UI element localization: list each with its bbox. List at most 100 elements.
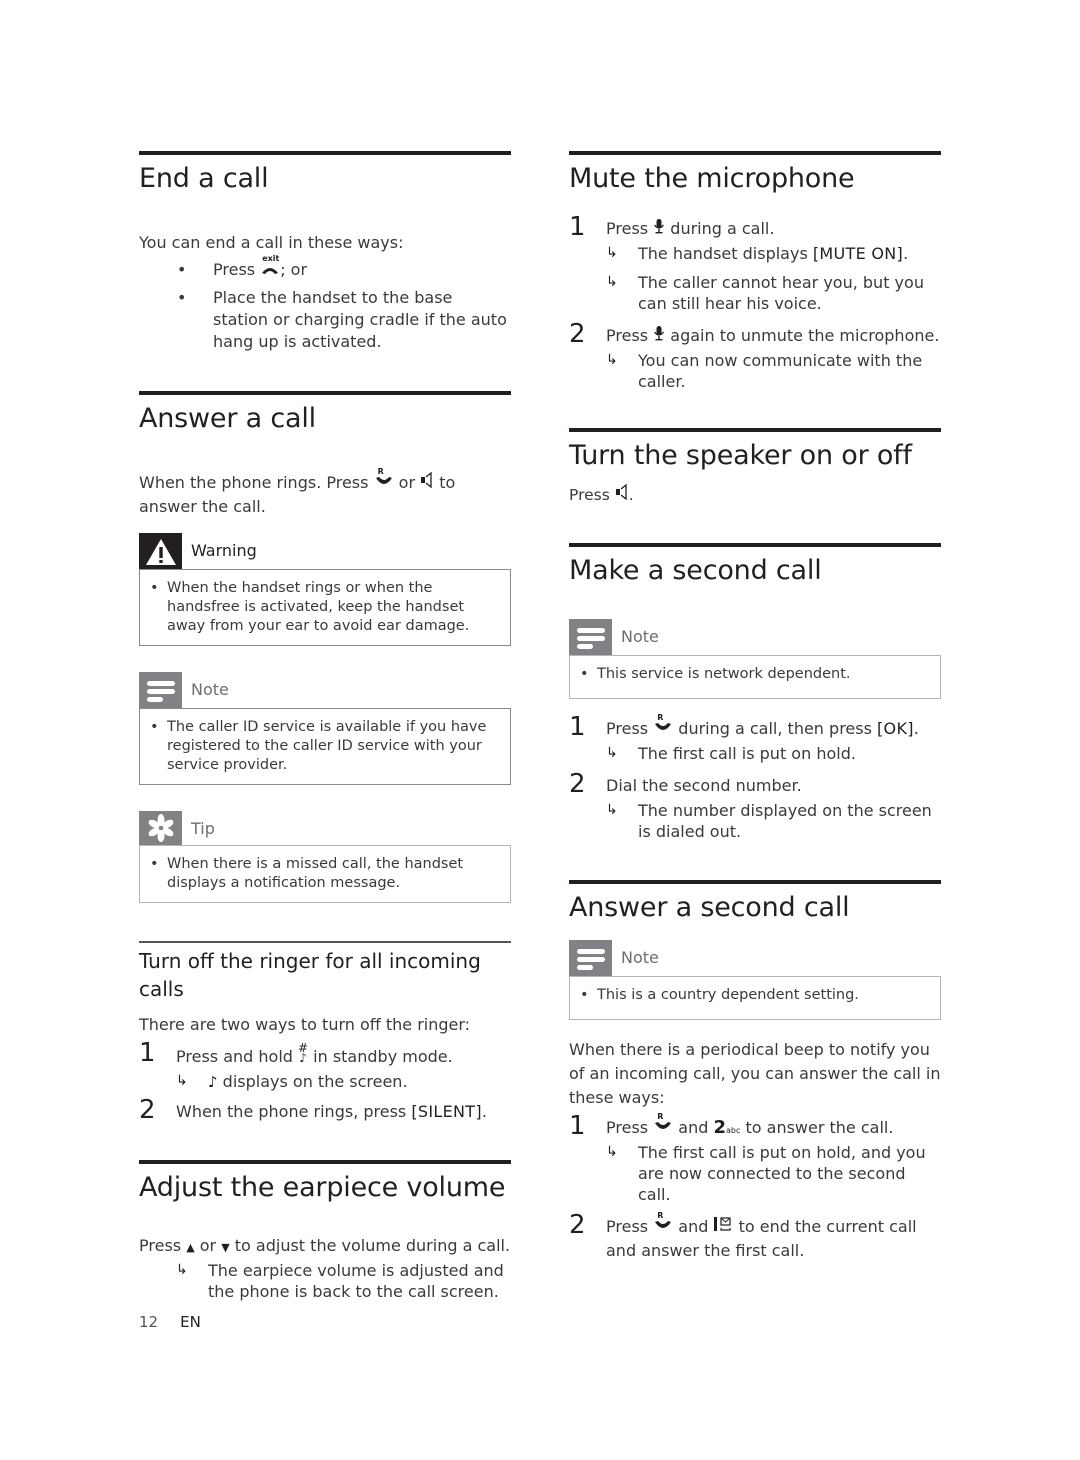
bullet-item: Place the handset to the base station or… — [139, 287, 511, 353]
hash-silent-key-icon: # ♪ — [298, 1041, 309, 1065]
tip-icon — [139, 811, 182, 845]
callout-box: When the handset rings or when the hands… — [139, 569, 511, 646]
volume-up-key-icon: ▲ — [186, 1241, 195, 1254]
callout-box: When there is a missed call, the handset… — [139, 845, 511, 903]
callout-box: The caller ID service is available if yo… — [139, 708, 511, 785]
callout-item: When the handset rings or when the hands… — [150, 579, 500, 636]
section-volume: Adjust the earpiece volume Press ▲ or ▼ … — [139, 1160, 511, 1302]
body-text: Press ▲ or ▼ to adjust the volume during… — [139, 1236, 511, 1255]
right-column: Mute the microphone 1 Press during a cal… — [569, 151, 941, 1271]
callout-label: Note — [621, 948, 659, 967]
step-result: ↳ The first call is put on hold, and you … — [606, 1143, 926, 1204]
step-result: ↳ You can now communicate with the caller… — [606, 351, 923, 391]
bullet-item: Press exit; or — [139, 255, 511, 282]
step-number: 2 — [139, 1095, 156, 1125]
note-icon — [569, 940, 612, 977]
tip-callout: Tip When there is a missed call, the han… — [139, 811, 511, 903]
step-list: 1 Press R and 2abc to answer the call. ↳… — [569, 1111, 941, 1263]
note-callout: Note This is a country dependent setting… — [569, 940, 941, 1020]
warning-icon — [139, 533, 182, 570]
display-label: [MUTE ON] — [812, 244, 904, 263]
section-title: Mute the microphone — [569, 163, 855, 194]
step-list: 1 Press during a call. ↳ The handset disp… — [569, 212, 941, 392]
intro-text: You can end a call in these ways: — [139, 233, 404, 252]
step-item: 1 Press and hold # ♪ in standby mode. ↳ ♪ … — [139, 1038, 511, 1092]
r-call-key-icon: R — [653, 1212, 673, 1235]
intro-text: When there is a periodical beep to notif… — [569, 1040, 941, 1107]
step-list: 1 Press R during a call, then press [OK]… — [569, 712, 941, 842]
section-title: Adjust the earpiece volume — [139, 1172, 506, 1203]
section-title: Turn the speaker on or off — [569, 440, 912, 471]
step-number: 2 — [569, 319, 586, 349]
note-callout: Note This service is network dependent. — [569, 619, 941, 699]
intro-text: There are two ways to turn off the ringe… — [139, 1015, 471, 1034]
mute-mic-icon — [653, 325, 665, 344]
step-result: ↳ ♪ displays on the screen. — [176, 1072, 408, 1091]
mute-mic-icon — [653, 218, 665, 237]
section-answer-call: Answer a call When the phone rings. Pres… — [139, 391, 511, 903]
r-call-key-icon: R — [374, 468, 394, 491]
section-rule — [569, 151, 941, 155]
section-rule — [139, 151, 511, 155]
r-call-key-icon: R — [653, 714, 673, 737]
callout-box: This is a country dependent setting. — [569, 976, 941, 1020]
callout-box: This service is network dependent. — [569, 655, 941, 699]
callout-item: When there is a missed call, the handset… — [150, 855, 500, 893]
note-callout: Note The caller ID service is available … — [139, 672, 511, 785]
section-rule — [569, 543, 941, 547]
page-number: 12 — [139, 1313, 159, 1331]
callout-item: This service is network dependent. — [580, 665, 930, 684]
step-result: ↳ The caller cannot hear you, but you can… — [606, 273, 924, 313]
callout-label: Note — [191, 680, 229, 699]
step-number: 1 — [569, 712, 586, 742]
section-title: Turn off the ringer for all incoming cal… — [139, 949, 481, 1001]
step-number: 2 — [569, 769, 586, 799]
section-end-call: End a call You can end a call in these w… — [139, 151, 511, 353]
speaker-icon — [615, 483, 629, 503]
softkey-label: [OK] — [877, 719, 914, 738]
step-number: 1 — [569, 212, 586, 242]
result-arrow-icon: ↳ — [606, 245, 618, 261]
step-item: 1 Press R and 2abc to answer the call. ↳… — [569, 1111, 941, 1205]
step-result: ↳ The number displayed on the screen is d… — [606, 801, 932, 841]
callout-item: This is a country dependent setting. — [580, 986, 930, 1005]
result-arrow-icon: ↳ — [176, 1262, 188, 1278]
callout-label: Tip — [191, 819, 215, 838]
step-number: 2 — [569, 1210, 586, 1240]
result-arrow-icon: ↳ — [606, 745, 618, 761]
speaker-icon — [420, 471, 434, 491]
language-code: EN — [180, 1313, 201, 1331]
section-rule — [139, 941, 511, 943]
body-text: When the phone rings. Press R or to answ… — [139, 467, 456, 517]
step-list: 1 Press and hold # ♪ in standby mode. ↳ ♪ … — [139, 1038, 511, 1125]
note-icon — [569, 619, 612, 656]
note-icon — [139, 672, 182, 709]
section-rule — [139, 391, 511, 395]
step-number: 1 — [139, 1038, 156, 1068]
result-arrow-icon: ↳ — [606, 274, 618, 290]
callout-label: Warning — [191, 541, 257, 560]
result-text: ↳ The earpiece volume is adjusted and the… — [176, 1261, 504, 1301]
bullet-list: Press exit; or Place the handset to the … — [139, 255, 511, 353]
section-title: Answer a second call — [569, 892, 850, 923]
section-ringer: Turn off the ringer for all incoming cal… — [139, 941, 511, 1125]
callout-item: The caller ID service is available if yo… — [150, 718, 500, 775]
section-title: Answer a call — [139, 403, 316, 434]
section-second-call: Make a second call Note This service is … — [569, 543, 941, 842]
section-rule — [569, 880, 941, 884]
step-item: 2 Press again to unmute the microphone. … — [569, 319, 940, 391]
step-number: 1 — [569, 1111, 586, 1141]
key-2-abc-icon: 2abc — [713, 1117, 741, 1138]
section-mute: Mute the microphone 1 Press during a cal… — [569, 151, 941, 392]
step-item: 1 Press R during a call, then press [OK]… — [569, 712, 941, 764]
step-item: 2 Dial the second number. ↳ The number di… — [569, 769, 941, 842]
callout-label: Note — [621, 627, 659, 646]
page-footer: 12 EN — [139, 1313, 201, 1331]
section-title: Make a second call — [569, 555, 822, 586]
step-result: ↳ The handset displays [MUTE ON]. — [606, 244, 909, 263]
step-item: 1 Press during a call. ↳ The handset disp… — [569, 212, 941, 314]
result-arrow-icon: ↳ — [606, 802, 618, 818]
exit-key-icon: exit — [260, 255, 280, 278]
section-title: End a call — [139, 163, 269, 194]
softkey-label: [SILENT] — [411, 1102, 482, 1121]
